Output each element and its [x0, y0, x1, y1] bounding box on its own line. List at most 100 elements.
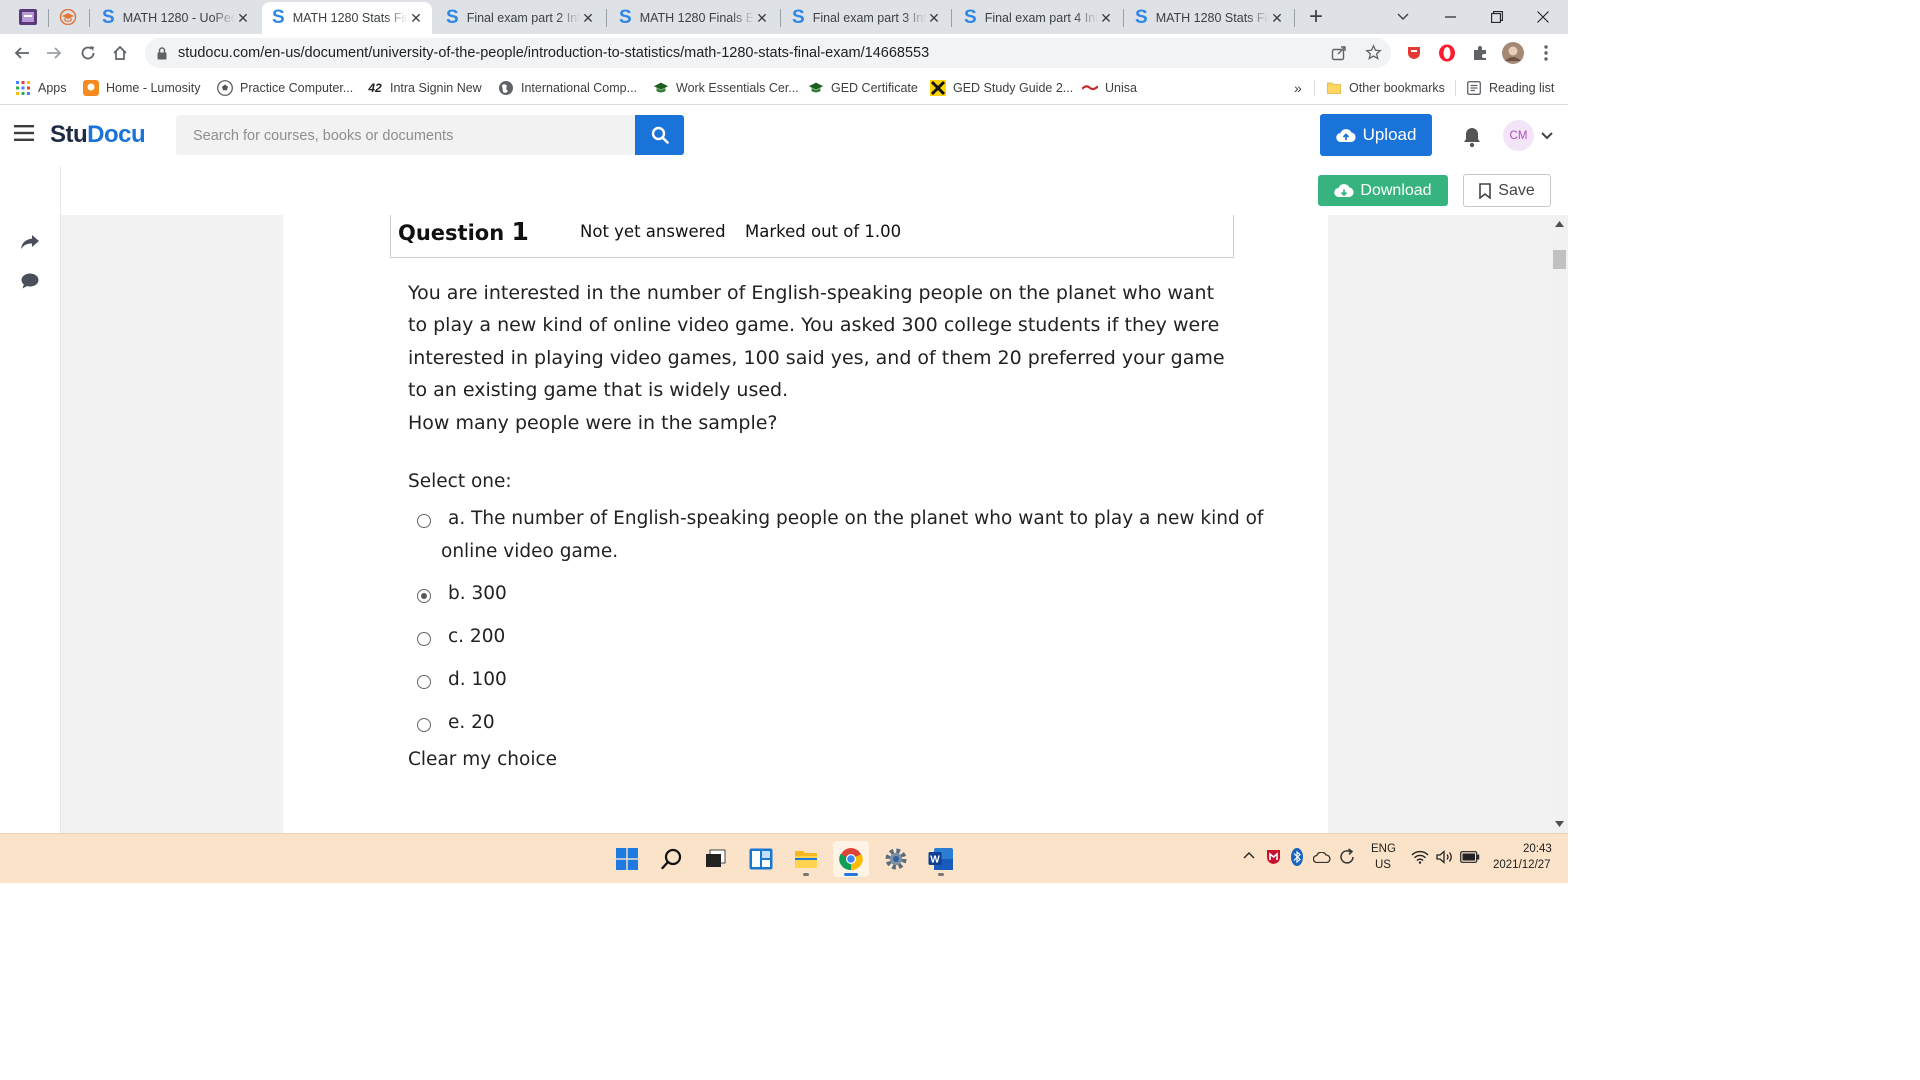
forward-button[interactable] [40, 39, 68, 67]
option-c-radio[interactable] [417, 632, 431, 646]
user-avatar[interactable]: CM [1503, 120, 1534, 151]
extension-honey-button[interactable] [1400, 39, 1428, 67]
close-tab-icon[interactable]: ✕ [408, 10, 424, 26]
bookmarks-overflow-chevron[interactable]: » [1294, 78, 1302, 98]
bookmark-unisa[interactable]: Unisa [1082, 78, 1137, 98]
home-button[interactable] [106, 39, 134, 67]
option-e-label[interactable]: e. 20 [448, 712, 495, 733]
bookmark-international-comp[interactable]: International Comp... [498, 78, 637, 98]
sync-refresh-icon[interactable] [1338, 848, 1356, 866]
profile-button[interactable] [1499, 39, 1527, 67]
browser-tab-2-active[interactable]: S MATH 1280 Stats Final Exam ✕ [262, 2, 432, 34]
new-tab-button[interactable]: + [1302, 3, 1330, 30]
close-tab-icon[interactable]: ✕ [754, 10, 770, 26]
browser-tab-6[interactable]: S Final exam part 4 Introduction ✕ [954, 4, 1122, 32]
tab-search-chevron-icon[interactable] [1390, 6, 1416, 28]
wifi-icon[interactable] [1411, 850, 1429, 864]
option-b-radio-selected[interactable] [417, 589, 431, 603]
chrome-menu-button[interactable] [1532, 39, 1560, 67]
onedrive-cloud-icon[interactable] [1313, 852, 1331, 863]
pinned-tab-2[interactable] [54, 4, 82, 30]
tab-title: Final exam part 4 Introduction [984, 11, 1098, 25]
restore-button[interactable] [1474, 0, 1520, 34]
browser-tab-3[interactable]: S Final exam part 2 Introduction ✕ [436, 4, 604, 32]
reading-list-button[interactable]: Reading list [1466, 78, 1554, 98]
chrome-taskbar-button[interactable] [833, 841, 869, 877]
other-bookmarks-folder[interactable]: Other bookmarks [1326, 78, 1445, 98]
option-b-label[interactable]: b. 300 [448, 583, 507, 604]
browser-tab-5[interactable]: S Final exam part 3 Introduction ✕ [782, 4, 950, 32]
widgets-button[interactable] [743, 841, 779, 877]
word-taskbar-button[interactable]: W [923, 841, 959, 877]
browser-tab-7[interactable]: S MATH 1280 Stats Final ✕ [1125, 4, 1293, 32]
folder-icon [795, 851, 817, 868]
vertical-scrollbar[interactable] [1551, 215, 1568, 833]
close-tab-icon[interactable]: ✕ [580, 10, 596, 26]
clock-time[interactable]: 20:43 [1523, 843, 1552, 855]
search-button[interactable] [635, 115, 684, 155]
bookmark-icon [1479, 182, 1492, 199]
close-tab-icon[interactable]: ✕ [235, 10, 251, 26]
language-eng[interactable]: ENG [1371, 843, 1396, 855]
tray-overflow-chevron-up-icon[interactable] [1243, 851, 1255, 859]
option-a-label-cont[interactable]: online video game. [441, 541, 618, 562]
save-button[interactable]: Save [1463, 174, 1551, 207]
option-e-radio[interactable] [417, 718, 431, 732]
scroll-down-arrow-icon[interactable] [1555, 821, 1564, 827]
language-region[interactable]: US [1375, 859, 1391, 871]
bookmark-star-icon[interactable] [1365, 44, 1382, 61]
account-chevron-down-icon[interactable] [1541, 132, 1553, 140]
minimize-button[interactable] [1428, 0, 1474, 34]
search-input[interactable] [176, 115, 635, 157]
share-icon[interactable] [1331, 45, 1347, 61]
task-view-button[interactable] [698, 841, 734, 877]
close-tab-icon[interactable]: ✕ [1098, 10, 1114, 26]
upload-button[interactable]: Upload [1320, 114, 1432, 156]
notifications-bell-icon[interactable] [1462, 126, 1482, 148]
option-d-radio[interactable] [417, 675, 431, 689]
tab-title: MATH 1280 - UoPeople [122, 11, 235, 25]
hamburger-menu-icon[interactable] [14, 125, 34, 141]
battery-charging-icon[interactable] [1460, 851, 1480, 863]
bookmark-apps[interactable]: Apps [15, 78, 67, 98]
taskbar-search-button[interactable] [654, 841, 690, 877]
studocu-logo[interactable]: StuDocu [50, 121, 146, 149]
settings-taskbar-button[interactable] [878, 841, 914, 877]
bookmark-work-essentials[interactable]: Work Essentials Cer... [653, 78, 799, 98]
address-bar[interactable]: studocu.com/en-us/document/university-of… [145, 38, 1391, 68]
bookmark-intra-signin[interactable]: 42 Intra Signin New [367, 78, 481, 98]
volume-speaker-icon[interactable] [1436, 850, 1454, 864]
bookmark-ged-study-guide[interactable]: GED Study Guide 2... [930, 78, 1073, 98]
back-button[interactable] [8, 39, 36, 67]
reload-button[interactable] [74, 39, 102, 67]
extensions-button[interactable] [1466, 39, 1494, 67]
pinned-tab-1[interactable] [14, 4, 42, 30]
start-button[interactable] [609, 841, 645, 877]
clock-date[interactable]: 2021/12/27 [1493, 859, 1551, 871]
mcafee-shield-icon[interactable] [1266, 849, 1281, 865]
option-c-label[interactable]: c. 200 [448, 626, 505, 647]
window-close-button[interactable] [1520, 0, 1566, 34]
option-d-label[interactable]: d. 100 [448, 669, 507, 690]
share-arrow-icon[interactable] [20, 234, 40, 250]
file-explorer-button[interactable] [788, 841, 824, 877]
browser-tab-1[interactable]: S MATH 1280 - UoPeople ✕ [92, 4, 259, 32]
bookmark-lumosity[interactable]: Home - Lumosity [83, 78, 200, 98]
close-tab-icon[interactable]: ✕ [926, 10, 942, 26]
extension-opera-button[interactable] [1433, 39, 1461, 67]
bookmark-practice-computer[interactable]: Practice Computer... [217, 78, 353, 98]
option-a-label[interactable]: a. The number of English-speaking people… [448, 508, 1263, 529]
bookmark-ged-certificate[interactable]: GED Certificate [808, 78, 918, 98]
browser-tab-4[interactable]: S MATH 1280 Finals Exam ✕ [609, 4, 778, 32]
url-text: studocu.com/en-us/document/university-of… [178, 45, 930, 61]
close-tab-icon[interactable]: ✕ [1269, 10, 1285, 26]
radio-selected-dot [420, 592, 427, 599]
widgets-icon [749, 848, 773, 870]
comment-bubble-icon[interactable] [21, 273, 39, 289]
scroll-thumb[interactable] [1553, 250, 1566, 269]
option-a-radio[interactable] [417, 514, 431, 528]
bluetooth-icon[interactable] [1291, 848, 1303, 866]
scroll-up-arrow-icon[interactable] [1555, 221, 1564, 227]
download-button[interactable]: Download [1318, 175, 1448, 206]
clear-my-choice-link[interactable]: Clear my choice [408, 749, 557, 770]
